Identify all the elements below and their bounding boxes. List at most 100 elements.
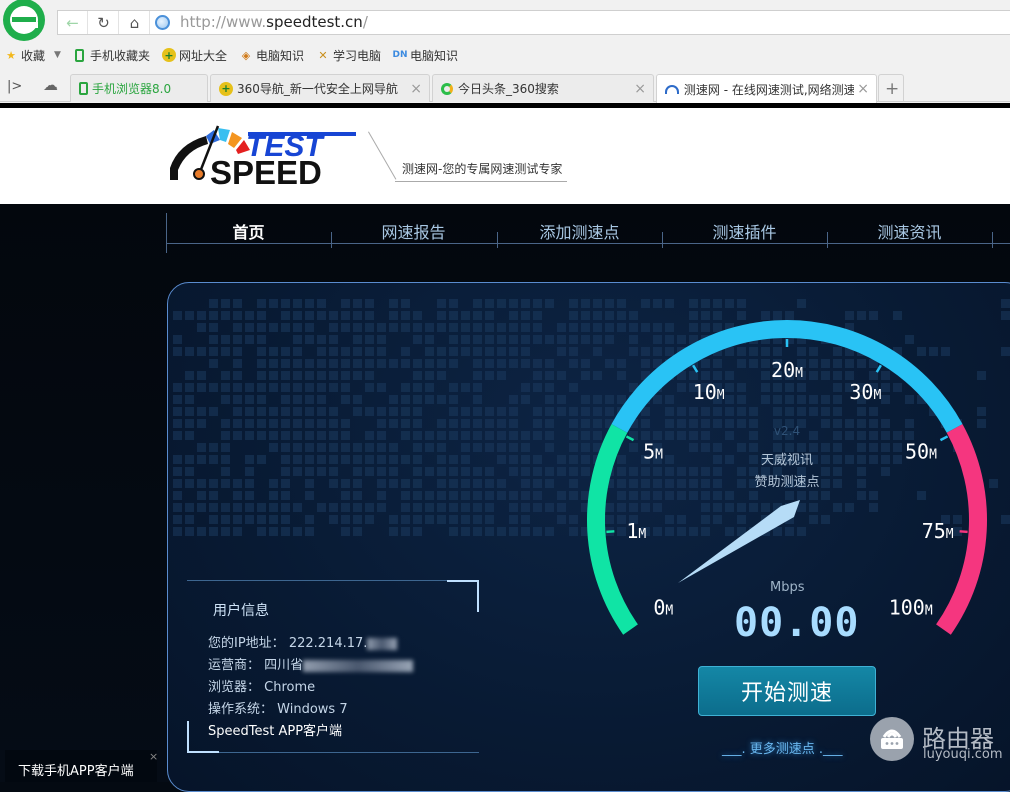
plus-icon: + [885, 78, 900, 99]
os-value: Windows 7 [277, 702, 348, 717]
nav-baseline [166, 243, 1010, 244]
watermark-domain: luyouqi.com [923, 747, 1003, 762]
nav-item-plugin[interactable]: 测速插件 [662, 219, 827, 243]
url-prefix: http://www. [180, 13, 267, 31]
bookmark-label: 电脑知识 [410, 48, 459, 63]
more-nodes-link[interactable]: ___. 更多测速点 .___ [722, 738, 843, 757]
gauge-tick [692, 364, 699, 373]
user-info-title: 用户信息 [213, 603, 269, 619]
tools-icon: ✕ [318, 48, 328, 62]
site-slogan: 测速网-您的专属网速测试专家 [402, 162, 563, 176]
bookmark-360nav[interactable]: + 网址大全 [161, 47, 227, 64]
gauge-tick-label: 1M [626, 519, 646, 543]
bookmark-label: 学习电脑 [332, 48, 381, 63]
gauge-tick-label: 30M [849, 380, 881, 404]
gauge-tick-label: 0M [653, 596, 673, 620]
start-test-button[interactable]: 开始测速 [698, 666, 876, 716]
os-row: 操作系统： Windows 7 [208, 698, 348, 717]
360-nav-icon: + [161, 48, 176, 62]
chevron-down-icon[interactable]: ▼ [54, 50, 61, 60]
new-tab-button[interactable]: + [878, 74, 904, 102]
tab-strip: |> ☁ 手机浏览器8.0 + 360导航_新一代安全上网导航 × 今日头条_3… [0, 72, 1010, 103]
gauge-version: v2.4 [773, 424, 801, 438]
info-corner-tr [447, 580, 479, 612]
gauge-tick [606, 530, 615, 534]
nav-item-news[interactable]: 测速资讯 [827, 219, 992, 243]
ip-row: 您的IP地址： 222.214.17. [208, 632, 398, 651]
app-client-link[interactable]: SpeedTest APP客户端 [208, 720, 342, 739]
cloud-icon[interactable]: ☁ [43, 76, 58, 94]
gauge-tick-label: 5M [643, 439, 663, 463]
nav-separator [992, 232, 993, 248]
back-arrow-icon[interactable]: ← [58, 11, 88, 34]
browser-logo-icon[interactable] [0, 0, 48, 44]
redacted-text [367, 637, 398, 650]
sponsor-name: 天威视讯 [760, 453, 813, 468]
bookmark-label: 电脑知识 [255, 48, 304, 63]
gauge-tick [875, 364, 882, 373]
isp-value: 四川省 [264, 658, 304, 673]
phone-icon [73, 48, 87, 62]
tab-360-nav[interactable]: + 360导航_新一代安全上网导航 × [210, 74, 430, 102]
nav-item-home[interactable]: 首页 [166, 219, 331, 243]
tab-label: 测速网 - 在线网速测试,网络测速 [683, 82, 854, 97]
bookmark-mobile[interactable]: 手机收藏夹 [73, 47, 150, 64]
bookmark-label: 收藏 [21, 48, 46, 63]
tab-close-icon[interactable]: × [634, 81, 646, 97]
bookmark-favorites[interactable]: ★ 收藏 ▼ [4, 47, 61, 64]
home-icon[interactable]: ⌂ [120, 11, 150, 34]
gauge-needle [678, 500, 800, 583]
browser-row: 浏览器： Chrome [208, 676, 315, 695]
tab-toutiao[interactable]: 今日头条_360搜索 × [432, 74, 654, 102]
speedtest-logo[interactable]: TEST SPEED [166, 122, 366, 186]
speedtest-favicon-icon [665, 84, 679, 94]
info-border-top [187, 580, 457, 581]
bookmark-label: 网址大全 [178, 48, 227, 63]
slogan-underline [395, 181, 567, 182]
tab-close-icon[interactable]: × [857, 81, 869, 97]
nav-item-speed-report[interactable]: 网速报告 [331, 219, 496, 243]
download-app-banner[interactable]: 下载手机APP客户端 × [5, 750, 158, 782]
bookmark-dn[interactable]: DN 电脑知识 [393, 47, 459, 64]
address-bar[interactable]: ← ↻ ⌂ http://www.speedtest.cn/ [57, 10, 1010, 35]
bookmark-pc-knowledge[interactable]: ◈ 电脑知识 [239, 47, 304, 64]
os-label: 操作系统： [208, 702, 274, 717]
isp-label: 运营商： [208, 658, 261, 673]
gauge-tick-label: 50M [905, 439, 937, 463]
redacted-text [303, 659, 414, 672]
router-icon [870, 717, 914, 761]
reload-icon[interactable]: ↻ [89, 11, 119, 34]
bookmark-learn-pc[interactable]: ✕ 学习电脑 [316, 47, 381, 64]
bookmark-label: 手机收藏夹 [89, 48, 150, 63]
speed-unit: Mbps [770, 580, 805, 595]
download-app-label: 下载手机APP客户端 [18, 764, 134, 779]
isp-row: 运营商： 四川省 [208, 654, 414, 673]
gauge-tick-label: 20M [771, 358, 803, 382]
gauge-tick-label: 75M [922, 519, 954, 543]
header-divider [368, 131, 397, 180]
url-domain: speedtest.cn [266, 13, 363, 31]
browser-label: 浏览器： [208, 680, 261, 695]
360-search-icon [441, 82, 453, 95]
tab-label: 手机浏览器8.0 [92, 82, 172, 96]
site-header: TEST SPEED 测速网-您的专属网速测试专家 [0, 108, 1010, 204]
close-icon[interactable]: × [149, 750, 158, 763]
gauge-tick-label: 100M [889, 596, 933, 620]
sidebar-toggle-icon[interactable]: |> [7, 79, 22, 94]
tab-speedtest[interactable]: 测速网 - 在线网速测试,网络测速 × [656, 74, 877, 103]
nav-item-add-node[interactable]: 添加测速点 [497, 219, 662, 243]
browser-chrome: ← ↻ ⌂ http://www.speedtest.cn/ ★ 收藏 ▼ 手机… [0, 0, 1010, 104]
tab-label: 今日头条_360搜索 [458, 82, 559, 96]
url-text[interactable]: http://www.speedtest.cn/ [180, 13, 368, 31]
watermark: 路由器 luyouqi.com [870, 717, 1010, 767]
tab-close-icon[interactable]: × [410, 81, 422, 97]
gauge-tick [959, 530, 968, 534]
gauge-tick [625, 435, 635, 442]
bookmarks-bar: ★ 收藏 ▼ 手机收藏夹 + 网址大全 ◈ 电脑知识 ✕ 学习电脑 DN 电脑知… [0, 44, 1010, 66]
gauge-arc-low [587, 424, 638, 635]
phone-icon [79, 82, 88, 95]
layers-icon: ◈ [241, 48, 251, 62]
browser-value: Chrome [264, 680, 316, 695]
logo-speed-text: SPEED [210, 154, 322, 186]
tab-mobile-browser[interactable]: 手机浏览器8.0 [70, 74, 208, 102]
